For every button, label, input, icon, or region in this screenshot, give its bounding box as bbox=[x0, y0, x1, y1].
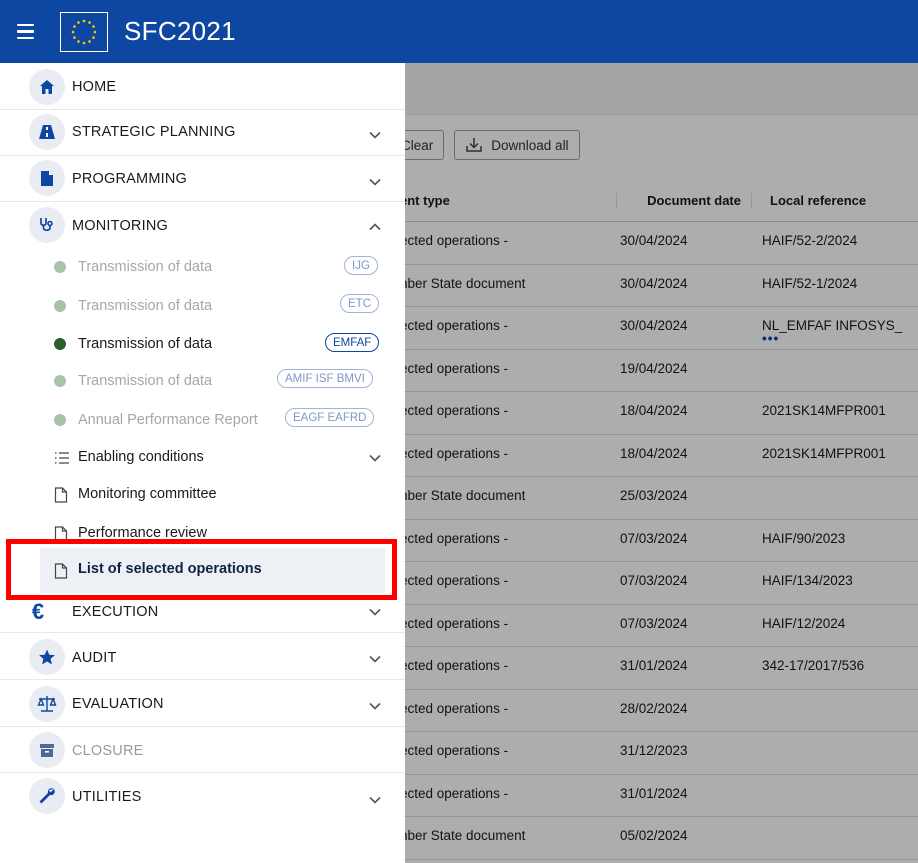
sidebar-item-label: AUDIT bbox=[72, 650, 117, 666]
chevron-down-icon[interactable] bbox=[368, 175, 382, 189]
sidebar-item-label: EXECUTION bbox=[72, 604, 159, 620]
chevron-down-icon[interactable] bbox=[368, 699, 382, 713]
list-icon bbox=[55, 452, 69, 464]
status-dot bbox=[54, 300, 66, 312]
scale-icon bbox=[29, 686, 65, 722]
fund-tag: IJG bbox=[344, 256, 378, 275]
wrench-icon bbox=[29, 778, 65, 814]
sidebar-item-utilities[interactable]: UTILITIES bbox=[0, 773, 405, 820]
sidebar-item-label: STRATEGIC PLANNING bbox=[72, 124, 236, 140]
menu-icon[interactable] bbox=[14, 20, 38, 44]
sidebar-item-label: UTILITIES bbox=[72, 789, 142, 805]
submenu-transmission-etc[interactable]: Transmission of data ETC bbox=[0, 286, 405, 324]
submenu-label: Transmission of data bbox=[78, 298, 213, 314]
status-dot bbox=[54, 261, 66, 273]
submenu-monitoring-committee[interactable]: Monitoring committee bbox=[0, 476, 405, 514]
sidebar-item-closure: CLOSURE bbox=[0, 727, 405, 773]
sidebar-item-home[interactable]: HOME bbox=[0, 63, 405, 110]
sidebar-menu: HOME STRATEGIC PLANNING PROGRAMMING MONI… bbox=[0, 63, 405, 863]
chevron-down-icon[interactable] bbox=[368, 128, 382, 142]
submenu-transmission-ijg[interactable]: Transmission of data IJG bbox=[0, 248, 405, 286]
app-header: SFC2021 bbox=[0, 0, 918, 63]
chevron-down-icon[interactable] bbox=[368, 451, 382, 465]
status-dot bbox=[54, 375, 66, 387]
submenu-label: Transmission of data bbox=[78, 373, 213, 389]
fund-tag: EMFAF bbox=[325, 333, 380, 352]
chevron-down-icon[interactable] bbox=[368, 652, 382, 666]
document-icon bbox=[54, 487, 68, 503]
chevron-down-icon[interactable] bbox=[368, 605, 382, 619]
app-title: SFC2021 bbox=[124, 16, 236, 46]
road-icon bbox=[29, 114, 65, 150]
sidebar-item-label: EVALUATION bbox=[72, 696, 164, 712]
star-icon bbox=[29, 639, 65, 675]
sidebar-item-audit[interactable]: AUDIT bbox=[0, 633, 405, 680]
submenu-label: Monitoring committee bbox=[78, 486, 217, 502]
sidebar-item-label: PROGRAMMING bbox=[72, 171, 187, 187]
submenu-transmission-emfaf[interactable]: Transmission of data EMFAF bbox=[0, 324, 405, 362]
eu-flag-logo bbox=[60, 11, 108, 52]
archive-icon bbox=[29, 732, 65, 768]
sidebar-item-programming[interactable]: PROGRAMMING bbox=[0, 156, 405, 202]
submenu-enabling-conditions[interactable]: Enabling conditions bbox=[0, 438, 405, 476]
chevron-down-icon[interactable] bbox=[368, 793, 382, 807]
file-icon bbox=[29, 160, 65, 196]
submenu-label: Annual Performance Report bbox=[78, 412, 258, 428]
sidebar-item-monitoring[interactable]: MONITORING bbox=[0, 202, 405, 248]
submenu-transmission-amif[interactable]: Transmission of data AMIF ISF BMVI bbox=[0, 362, 405, 400]
highlight-annotation-box bbox=[6, 539, 397, 600]
fund-tag: AMIF ISF BMVI bbox=[277, 369, 373, 388]
sidebar-item-evaluation[interactable]: EVALUATION bbox=[0, 680, 405, 727]
sidebar-item-label: HOME bbox=[72, 79, 117, 95]
submenu-annual-performance-report[interactable]: Annual Performance Report EAGF EAFRD bbox=[0, 400, 405, 438]
home-icon bbox=[29, 69, 65, 105]
fund-tag: ETC bbox=[340, 294, 379, 313]
sidebar-item-label: CLOSURE bbox=[72, 743, 144, 759]
stethoscope-icon bbox=[29, 207, 65, 243]
submenu-label: Transmission of data bbox=[78, 336, 213, 352]
submenu-label: Transmission of data bbox=[78, 259, 213, 275]
sidebar-item-strategic-planning[interactable]: STRATEGIC PLANNING bbox=[0, 110, 405, 156]
status-dot bbox=[54, 338, 66, 350]
status-dot bbox=[54, 414, 66, 426]
submenu-label: Enabling conditions bbox=[78, 449, 204, 465]
chevron-up-icon[interactable] bbox=[368, 220, 382, 234]
sidebar-item-label: MONITORING bbox=[72, 218, 168, 234]
fund-tag: EAGF EAFRD bbox=[285, 408, 375, 427]
